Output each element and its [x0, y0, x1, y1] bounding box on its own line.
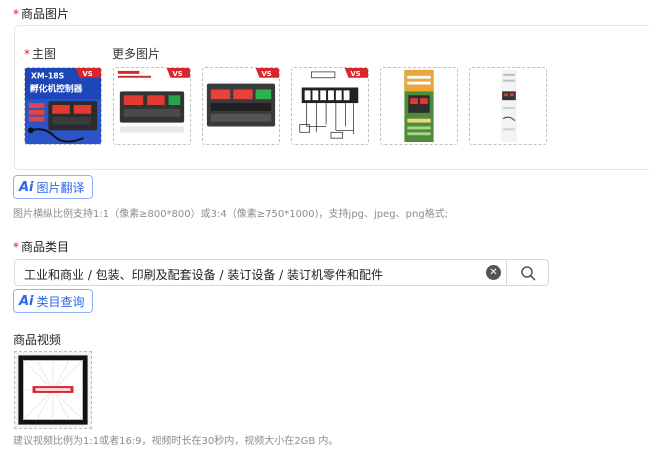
category-query-label: 类目查询 [36, 294, 85, 309]
more-images-label: 更多图片 [112, 47, 161, 61]
category-search-button[interactable] [506, 260, 549, 285]
svg-text:XM-18S: XM-18S [31, 72, 65, 81]
controller-front-image: VS [114, 68, 190, 144]
video-preview-image [15, 352, 91, 428]
image-translate-button[interactable]: Ai 图片翻译 [13, 175, 93, 199]
svg-text:VS: VS [261, 70, 271, 78]
svg-text:VS: VS [172, 70, 182, 78]
more-image-thumbnail-1[interactable]: VS [113, 67, 191, 145]
product-images-title: * 商品图片 [13, 7, 70, 21]
product-detail-image [470, 68, 546, 144]
category-path-value: 工业和商业 / 包装、印刷及配套设备 / 装订设备 / 装订机零件和配件 [24, 268, 384, 282]
more-image-thumbnail-3[interactable]: VS [291, 67, 369, 145]
video-thumbnail[interactable] [14, 351, 92, 429]
ai-icon: Ai [19, 179, 34, 195]
ai-icon: Ai [19, 293, 34, 309]
more-image-thumbnail-5[interactable] [469, 67, 547, 145]
controller-display-image: VS [203, 68, 279, 144]
search-icon [521, 265, 536, 280]
category-title: * 商品类目 [13, 240, 70, 254]
wiring-diagram-image: VS [292, 68, 368, 144]
svg-text:孵化机控制器: 孵化机控制器 [30, 82, 83, 94]
required-mark: * [13, 7, 19, 21]
image-hint: 图片横纵比例支持1:1（像素≥800*800）或3:4（像素≥750*1000)… [13, 209, 449, 220]
category-query-button[interactable]: Ai 类目查询 [13, 289, 93, 313]
image-translate-label: 图片翻译 [36, 180, 85, 195]
poster-image [381, 68, 457, 144]
image-upload-panel: * 主图 更多图片 XM-18S 孵化机控制器 VS VS VS VS [14, 25, 649, 170]
video-hint: 建议视频比例为1:1或者16:9，视频时长在30秒内，视频大小在2GB 内。 [13, 436, 339, 447]
video-title: 商品视频 [13, 333, 62, 347]
more-image-thumbnail-4[interactable] [380, 67, 458, 145]
svg-text:VS: VS [350, 70, 360, 78]
main-image-thumbnail[interactable]: XM-18S 孵化机控制器 VS [24, 67, 102, 145]
main-image-label: * 主图 [24, 47, 57, 61]
svg-text:VS: VS [82, 70, 92, 78]
more-image-thumbnail-2[interactable]: VS [202, 67, 280, 145]
clear-icon[interactable]: ✕ [486, 265, 501, 280]
controller-product-image: XM-18S 孵化机控制器 VS [25, 68, 101, 144]
category-select-input[interactable]: 工业和商业 / 包装、印刷及配套设备 / 装订设备 / 装订机零件和配件 ✕ [14, 259, 549, 286]
required-mark: * [13, 240, 19, 254]
